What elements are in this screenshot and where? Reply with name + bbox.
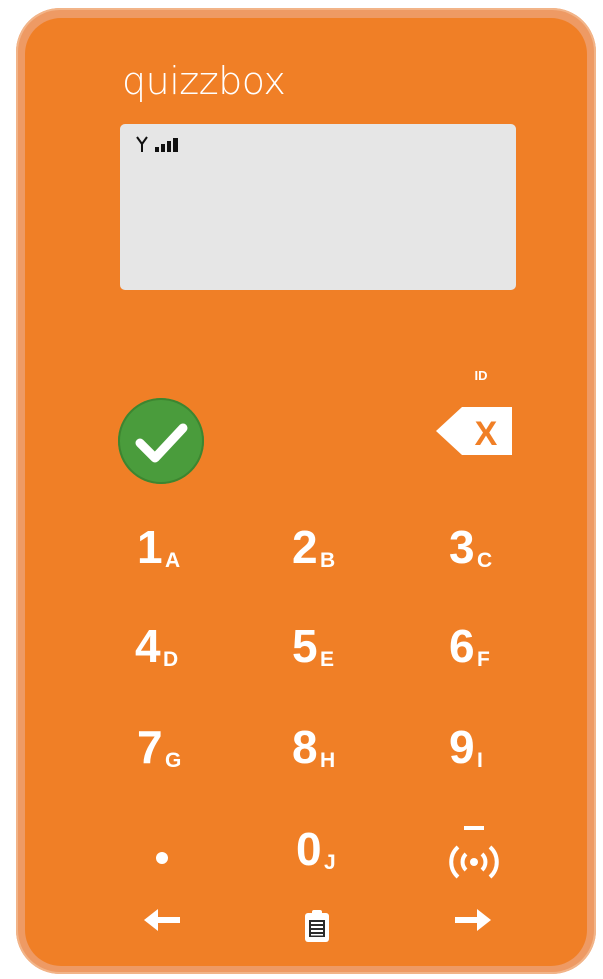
key-letter: G [165, 749, 182, 772]
key-4[interactable]: 4 D [135, 623, 235, 683]
brand-logo: quizzbox [122, 59, 286, 103]
key-letter: B [320, 549, 336, 572]
key-digit: 9 [449, 721, 475, 773]
radio-key[interactable] [442, 826, 506, 890]
key-digit: 3 [449, 521, 475, 573]
key-digit: 4 [135, 620, 161, 672]
arrow-left-icon [144, 909, 180, 931]
id-label: ID [474, 368, 488, 383]
dot-key[interactable] [156, 852, 168, 864]
nav-right-button[interactable] [453, 906, 493, 934]
check-icon [135, 423, 188, 463]
key-digit: 1 [137, 521, 163, 573]
key-digit: 6 [449, 620, 475, 672]
key-digit: 2 [292, 521, 318, 573]
key-letter: I [477, 749, 483, 772]
key-letter: D [163, 648, 179, 671]
backspace-button[interactable]: X [434, 405, 514, 457]
backspace-glyph: X [475, 415, 498, 453]
antenna-icon [136, 136, 148, 152]
key-letter: H [320, 749, 336, 772]
backspace-x-icon: X [436, 407, 512, 455]
key-digit: 0 [296, 823, 322, 875]
radio-signal-icon [449, 826, 499, 879]
ok-button[interactable] [118, 398, 204, 484]
key-digit: 7 [137, 721, 163, 773]
key-5[interactable]: 5 E [292, 623, 392, 683]
key-digit: 8 [292, 721, 318, 773]
key-letter: E [320, 648, 335, 671]
key-6[interactable]: 6 F [449, 623, 549, 683]
key-letter: C [477, 549, 493, 572]
key-letter: A [165, 549, 181, 572]
nav-left-button[interactable] [142, 906, 182, 934]
key-3[interactable]: 3 C [449, 524, 549, 584]
key-7[interactable]: 7 G [137, 724, 237, 784]
key-letter: F [477, 648, 490, 671]
lcd-screen [120, 124, 516, 290]
key-digit: 5 [292, 620, 318, 672]
signal-bars-icon [155, 138, 178, 152]
key-9[interactable]: 9 I [449, 724, 549, 784]
key-8[interactable]: 8 H [292, 724, 392, 784]
key-2[interactable]: 2 B [292, 524, 392, 584]
clipboard-icon [305, 910, 329, 942]
key-1[interactable]: 1 A [137, 524, 237, 584]
key-0[interactable]: 0 J [296, 826, 396, 886]
arrow-right-icon [455, 909, 491, 931]
key-letter: J [324, 851, 336, 874]
clipboard-button[interactable] [302, 908, 332, 944]
